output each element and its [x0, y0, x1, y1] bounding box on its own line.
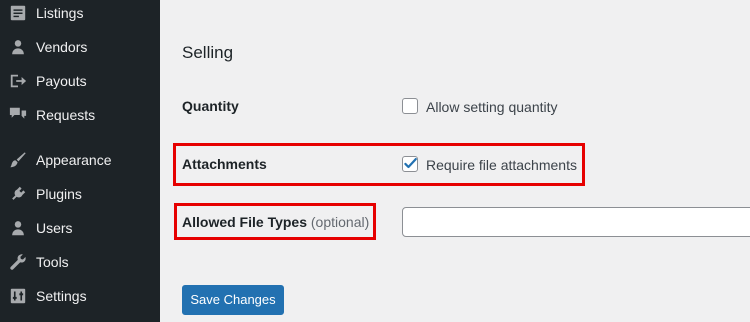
paintbrush-icon	[9, 151, 27, 169]
sidebar-item-appearance[interactable]: Appearance	[0, 145, 160, 175]
optional-label: (optional)	[310, 214, 370, 230]
checkmark-icon	[404, 157, 417, 169]
section-title: Selling	[182, 43, 234, 62]
person-icon	[9, 219, 27, 237]
sidebar-item-listings[interactable]: Listings	[0, 0, 160, 28]
sidebar-item-label: Tools	[36, 254, 69, 270]
sidebar-item-requests[interactable]: Requests	[0, 100, 160, 130]
sidebar-item-label: Settings	[36, 288, 87, 304]
sliders-icon	[9, 287, 27, 305]
listings-icon	[9, 4, 27, 22]
require-attachments-checkbox[interactable]	[402, 156, 418, 172]
require-attachments-label[interactable]: Require file attachments	[426, 157, 577, 173]
sidebar-item-label: Vendors	[36, 39, 88, 55]
payout-arrow-icon	[9, 72, 27, 90]
settings-panel: Selling Quantity Allow setting quantity …	[160, 0, 750, 322]
wrench-icon	[9, 253, 27, 271]
sidebar-item-label: Payouts	[36, 73, 87, 89]
sidebar-item-plugins[interactable]: Plugins	[0, 179, 160, 209]
sidebar-item-payouts[interactable]: Payouts	[0, 66, 160, 96]
sidebar-item-tools[interactable]: Tools	[0, 247, 160, 277]
chat-bubbles-icon	[9, 106, 27, 124]
sidebar-item-label: Listings	[36, 5, 84, 21]
allowed-file-types-input[interactable]	[402, 207, 750, 237]
admin-sidebar: Listings Vendors Payouts Requests Appear…	[0, 0, 160, 322]
sidebar-item-settings[interactable]: Settings	[0, 281, 160, 311]
person-icon	[9, 38, 27, 56]
allow-quantity-checkbox[interactable]	[402, 98, 418, 114]
sidebar-item-label: Users	[36, 220, 73, 236]
sidebar-item-users[interactable]: Users	[0, 213, 160, 243]
sidebar-item-vendors[interactable]: Vendors	[0, 32, 160, 62]
plug-icon	[9, 185, 27, 203]
quantity-label: Quantity	[182, 98, 239, 114]
sidebar-item-label: Plugins	[36, 186, 82, 202]
allow-quantity-label[interactable]: Allow setting quantity	[426, 99, 558, 115]
save-changes-button[interactable]: Save Changes	[182, 285, 284, 315]
sidebar-item-label: Requests	[36, 107, 96, 123]
allowed-file-types-label: Allowed File Types (optional)	[182, 214, 370, 230]
attachments-label: Attachments	[182, 156, 267, 172]
sidebar-item-label: Appearance	[36, 152, 112, 168]
